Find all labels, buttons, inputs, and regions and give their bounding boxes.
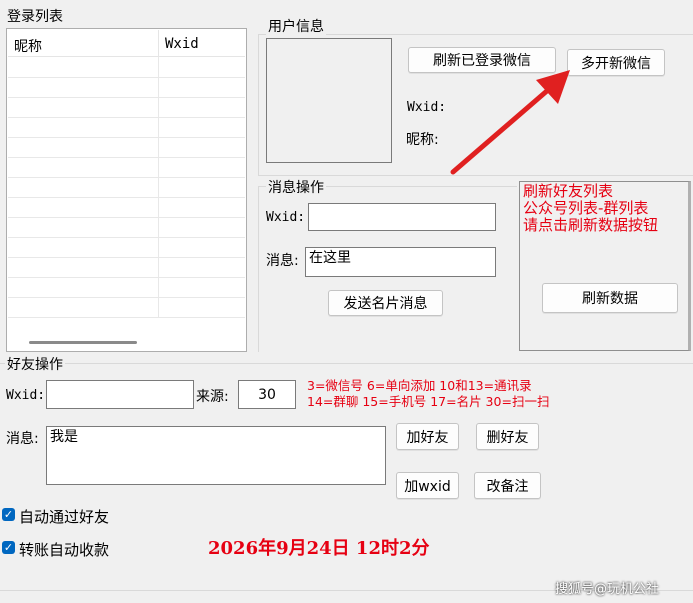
friend-wxid-label: Wxid:: [6, 388, 46, 403]
row-column-divider: [158, 137, 159, 157]
login-list-title: 登录列表: [5, 6, 65, 26]
red-arrow-annotation: [450, 70, 570, 175]
message-wxid-input[interactable]: [308, 203, 496, 231]
table-row[interactable]: [8, 297, 245, 318]
row-column-divider: [158, 197, 159, 217]
table-row[interactable]: [8, 257, 245, 278]
message-wxid-label: Wxid:: [266, 210, 306, 225]
row-column-divider: [158, 157, 159, 177]
auto-accept-label[interactable]: 自动通过好友: [19, 506, 109, 527]
delete-friend-button[interactable]: 删好友: [476, 423, 539, 450]
column-header-nickname[interactable]: 昵称: [8, 30, 158, 56]
row-column-divider: [158, 257, 159, 277]
source-hint-line-2: 14=群聊 15=手机号 17=名片 30=扫一扫: [307, 394, 550, 409]
row-column-divider: [158, 97, 159, 117]
friend-wxid-input[interactable]: [46, 380, 194, 409]
send-card-message-button[interactable]: 发送名片消息: [328, 290, 443, 316]
table-row[interactable]: [8, 137, 245, 158]
refresh-notice-line-1: 刷新好友列表: [523, 182, 614, 200]
user-info-title: 用户信息: [266, 16, 326, 36]
message-content-label: 消息:: [266, 253, 299, 269]
table-row[interactable]: [8, 157, 245, 178]
refresh-notice-line-3: 请点击刷新数据按钮: [523, 216, 659, 234]
timestamp-text: 2026年9月24日 12时2分: [208, 538, 430, 559]
auto-collect-checkbox[interactable]: ✓: [2, 541, 15, 554]
row-column-divider: [158, 297, 159, 317]
friend-message-input[interactable]: [46, 426, 386, 485]
login-list[interactable]: 昵称 Wxid: [6, 28, 247, 352]
table-row[interactable]: [8, 217, 245, 238]
checkmark-icon: ✓: [3, 541, 14, 554]
table-row[interactable]: [8, 197, 245, 218]
avatar: [266, 38, 392, 163]
row-column-divider: [158, 277, 159, 297]
table-row[interactable]: [8, 117, 245, 138]
table-row[interactable]: [8, 237, 245, 258]
row-column-divider: [158, 117, 159, 137]
friend-ops-title: 好友操作: [5, 354, 65, 374]
auto-collect-label[interactable]: 转账自动收款: [19, 539, 109, 560]
table-row[interactable]: [8, 277, 245, 298]
friend-ops-frame: [0, 363, 693, 364]
refresh-data-button[interactable]: 刷新数据: [542, 283, 678, 313]
add-wxid-button[interactable]: 加wxid: [396, 472, 459, 499]
refresh-notice: 刷新好友列表 公众号列表-群列表 请点击刷新数据按钮: [523, 183, 658, 234]
row-column-divider: [158, 57, 159, 77]
message-ops-title: 消息操作: [266, 177, 326, 197]
friend-message-label: 消息:: [6, 431, 39, 447]
checkmark-icon: ✓: [3, 508, 14, 521]
table-row[interactable]: [8, 77, 245, 98]
message-content-input[interactable]: [305, 247, 496, 277]
row-column-divider: [158, 77, 159, 97]
user-nickname-label: 昵称:: [406, 132, 439, 148]
table-row[interactable]: [8, 97, 245, 118]
refresh-notice-line-2: 公众号列表-群列表: [523, 199, 649, 217]
friend-source-label: 来源:: [196, 389, 229, 405]
source-hint: 3=微信号 6=单向添加 10和13=通讯录 14=群聊 15=手机号 17=名…: [307, 378, 549, 410]
login-list-header: 昵称 Wxid: [8, 30, 245, 57]
row-column-divider: [158, 217, 159, 237]
edit-remark-button[interactable]: 改备注: [474, 472, 541, 499]
watermark-text: 搜狐号@玩机公社: [555, 582, 660, 597]
column-header-wxid[interactable]: Wxid: [158, 30, 245, 56]
table-row[interactable]: [8, 177, 245, 198]
horizontal-scrollbar[interactable]: [29, 341, 137, 344]
table-row[interactable]: [8, 57, 245, 78]
row-column-divider: [158, 237, 159, 257]
friend-source-input[interactable]: [238, 380, 296, 409]
row-column-divider: [158, 177, 159, 197]
auto-accept-checkbox[interactable]: ✓: [2, 508, 15, 521]
add-friend-button[interactable]: 加好友: [396, 423, 459, 450]
source-hint-line-1: 3=微信号 6=单向添加 10和13=通讯录: [307, 378, 532, 393]
